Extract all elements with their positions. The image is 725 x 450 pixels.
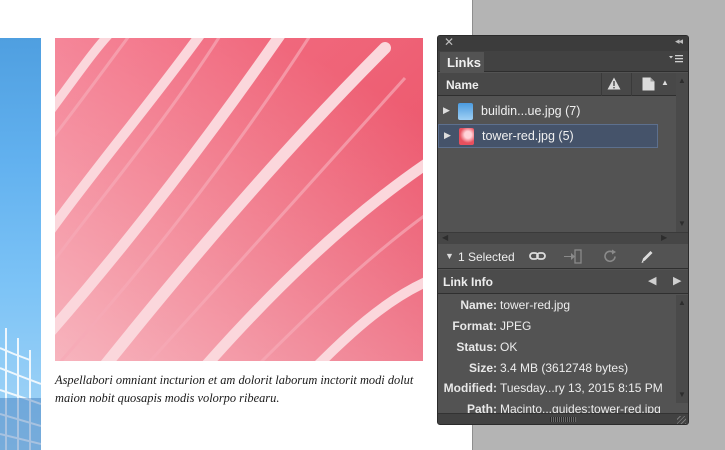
info-key: Name: (460, 298, 497, 312)
previous-link-icon[interactable]: ◀ (648, 274, 656, 287)
warning-icon[interactable] (607, 77, 621, 93)
document-page: Aspellabori omniant incturion et am dolo… (0, 0, 472, 450)
sort-ascending-icon[interactable]: ▲ (661, 78, 669, 87)
grip-handle[interactable] (550, 417, 576, 422)
info-key: Status: (456, 340, 497, 354)
thumbnail-icon (459, 128, 474, 145)
panel-titlebar[interactable]: ✕ ◂◂ (438, 36, 688, 51)
column-divider (601, 73, 602, 96)
info-key: Format: (452, 319, 497, 333)
caption-line: maion nobit quosapis modis volorpo ribea… (55, 391, 280, 405)
link-name: buildin...ue.jpg (7) (481, 104, 581, 118)
info-key: Modified: (443, 381, 497, 395)
info-row-name: Name: tower-red.jpg (438, 298, 676, 318)
info-value: tower-red.jpg (500, 298, 571, 312)
info-key: Size: (468, 361, 497, 375)
disclosure-triangle-icon[interactable]: ▼ (445, 251, 454, 261)
info-row-format: Format: JPEG (438, 319, 676, 339)
edit-original-icon[interactable] (640, 249, 654, 267)
info-value: Tuesday...ry 13, 2015 8:15 PM (500, 381, 663, 395)
info-value: JPEG (500, 319, 532, 333)
close-icon[interactable]: ✕ (444, 36, 454, 49)
link-row-building[interactable]: ▶ buildin...ue.jpg (7) (438, 100, 658, 124)
resize-corner-icon[interactable] (677, 416, 686, 424)
panel-tab-row: Links (438, 51, 688, 72)
thumbnail-icon (458, 103, 473, 120)
info-row-status: Status: OK (438, 340, 676, 360)
column-name[interactable]: Name (446, 78, 479, 92)
panel-menu-icon[interactable] (669, 54, 683, 67)
info-row-modified: Modified: Tuesday...ry 13, 2015 8:15 PM (438, 381, 676, 401)
scroll-up-icon[interactable]: ▲ (678, 76, 686, 85)
scroll-down-icon[interactable]: ▼ (678, 219, 686, 228)
column-divider (631, 73, 632, 96)
scroll-up-icon[interactable]: ▲ (678, 298, 686, 307)
links-panel: ✕ ◂◂ Links Name ▲ ▲ ▼ ▶ buildin...ue.jpg… (437, 35, 689, 425)
caption-line: Aspellabori omniant incturion et am dolo… (55, 373, 414, 387)
links-toolbar: ▼ 1 Selected (438, 245, 688, 269)
info-value: 3.4 MB (3612748 bytes) (500, 361, 629, 375)
tower-red-image[interactable] (55, 38, 423, 361)
expand-triangle-icon[interactable]: ▶ (443, 105, 450, 116)
scroll-right-icon[interactable]: ▶ (661, 233, 667, 242)
panel-resize-bar[interactable] (438, 413, 688, 424)
link-name: tower-red.jpg (5) (482, 129, 574, 143)
link-row-tower-red[interactable]: ▶ tower-red.jpg (5) (438, 124, 658, 148)
link-info-title: Link Info (443, 275, 493, 289)
selection-count: 1 Selected (458, 250, 515, 264)
scroll-left-icon[interactable]: ◀ (442, 233, 448, 242)
relink-icon[interactable] (529, 249, 546, 266)
expand-triangle-icon[interactable]: ▶ (444, 130, 451, 141)
links-scrollbar[interactable]: ▲ ▼ (676, 73, 688, 232)
page-icon[interactable] (642, 77, 655, 94)
links-list: ▶ buildin...ue.jpg (7) ▶ tower-red.jpg (… (438, 97, 676, 232)
go-to-link-icon[interactable] (564, 249, 582, 267)
collapse-icon[interactable]: ◂◂ (675, 36, 683, 47)
link-info-fields: Name: tower-red.jpg Format: JPEG Status:… (438, 295, 676, 416)
links-horizontal-scrollbar[interactable]: ◀ ▶ (438, 232, 688, 244)
scroll-down-icon[interactable]: ▼ (678, 390, 686, 399)
image-caption: Aspellabori omniant incturion et am dolo… (55, 371, 415, 407)
tab-links[interactable]: Links (440, 52, 484, 72)
info-row-size: Size: 3.4 MB (3612748 bytes) (438, 361, 676, 381)
link-info-header[interactable]: Link Info ◀ ▶ (438, 270, 688, 294)
info-value: OK (500, 340, 518, 354)
info-scrollbar[interactable]: ▲ ▼ (676, 295, 688, 403)
update-link-icon[interactable] (602, 249, 618, 267)
column-header: Name ▲ (438, 73, 676, 96)
next-link-icon[interactable]: ▶ (673, 274, 681, 287)
building-image[interactable] (0, 38, 41, 450)
